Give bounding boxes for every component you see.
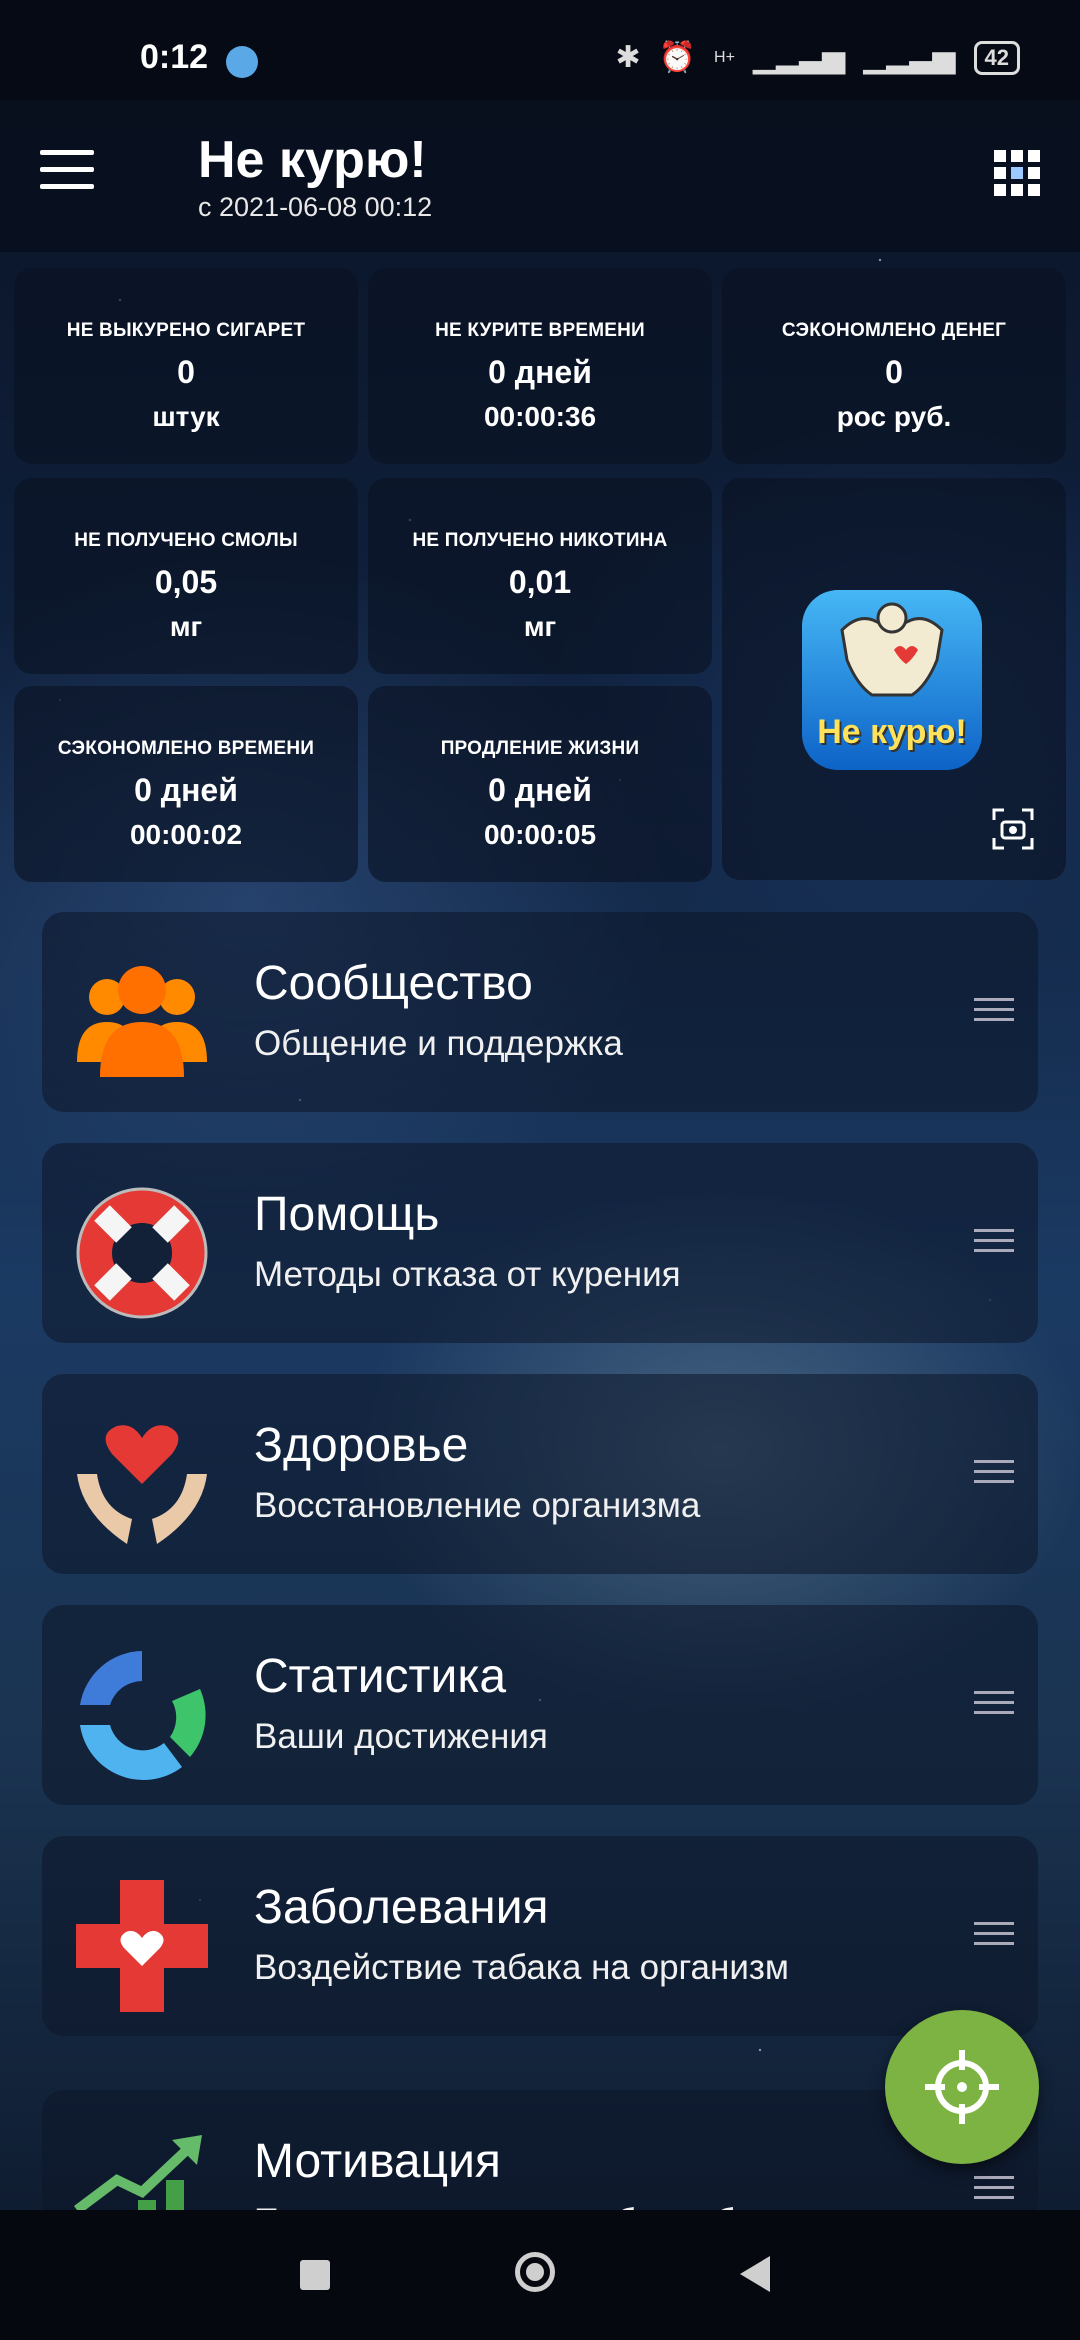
stat-label: СЭКОНОМЛЕНО ДЕНЕГ [781, 320, 1007, 341]
stat-value: 0,05 [154, 564, 218, 600]
stat-cigarettes[interactable]: НЕ ВЫКУРЕНО СИГАРЕТ 0 штук [14, 268, 358, 464]
card-subtitle: Преимущества жизни без табака [254, 2202, 789, 2210]
statistics-ring-icon [80, 1651, 206, 1780]
app-bar: Не курю! с 2021-06-08 00:12 [0, 100, 1080, 252]
drag-handle-icon[interactable] [974, 1460, 1014, 1490]
stat-value: 0 [177, 354, 195, 390]
status-bar: 0:12 ✱ ⏰ H+ ▁▂▃▅ ▁▂▃▅ 42 [0, 0, 1080, 100]
community-icon [77, 966, 207, 1077]
stat-unit: штук [152, 401, 220, 432]
logo-text: Не курю! [817, 713, 967, 751]
stat-value: 0 [885, 354, 903, 390]
stat-unit: мг [523, 611, 557, 642]
lifebuoy-icon [76, 1187, 208, 1319]
hamburger-menu-icon[interactable] [40, 150, 110, 204]
stat-life-extension[interactable]: ПРОДЛЕНИЕ ЖИЗНИ 0 дней 00:00:05 [368, 686, 712, 882]
network-type-label: H+ [714, 48, 735, 66]
stat-unit: 00:00:05 [483, 819, 597, 850]
card-subtitle: Методы отказа от курения [254, 1255, 681, 1294]
stat-label: НЕ ПОЛУЧЕНО НИКОТИНА [412, 530, 668, 551]
card-help[interactable]: Помощь Методы отказа от курения [42, 1143, 1038, 1343]
drag-handle-icon[interactable] [974, 1229, 1014, 1259]
card-statistics[interactable]: Статистика Ваши достижения [42, 1605, 1038, 1805]
stat-tar[interactable]: НЕ ПОЛУЧЕНО СМОЛЫ 0,05 мг [14, 478, 358, 674]
card-title: Мотивация [254, 2135, 501, 2188]
battery-icon: 42 [973, 40, 1020, 75]
stat-unit: 00:00:02 [129, 819, 243, 850]
signal-icon-2: ▁▂▃▅ [863, 41, 956, 74]
recents-button[interactable] [300, 2260, 330, 2290]
heart-hands-icon [77, 1425, 207, 1544]
page-subtitle: с 2021-06-08 00:12 [198, 192, 433, 222]
stat-value: 0 дней [134, 772, 238, 808]
alarm-icon: ⏰ [658, 41, 697, 74]
stat-unit: 00:00:36 [483, 401, 597, 432]
bluetooth-icon: ✱ [615, 41, 641, 74]
stat-value: 0 дней [488, 772, 592, 808]
target-fab-button[interactable] [885, 2010, 1039, 2164]
card-title: Статистика [254, 1650, 507, 1703]
card-health[interactable]: Здоровье Восстановление организма [42, 1374, 1038, 1574]
crosshair-icon [925, 2050, 999, 2124]
drag-handle-icon[interactable] [974, 1691, 1014, 1721]
grid-menu-icon[interactable] [994, 150, 1040, 196]
stat-value: 0 дней [488, 354, 592, 390]
stat-value: 0,01 [508, 564, 572, 600]
stat-label: НЕ ВЫКУРЕНО СИГАРЕТ [66, 320, 306, 341]
stat-money-saved[interactable]: СЭКОНОМЛЕНО ДЕНЕГ 0 рос руб. [722, 268, 1066, 464]
medical-cross-icon [76, 1880, 208, 2012]
card-subtitle: Воздействие табака на организм [254, 1948, 789, 1987]
card-title: Здоровье [254, 1419, 469, 1472]
growth-chart-icon [74, 2135, 202, 2210]
card-title: Заболевания [254, 1881, 549, 1934]
status-icons: ✱ ⏰ H+ ▁▂▃▅ ▁▂▃▅ 42 [616, 40, 1020, 75]
drag-handle-icon[interactable] [974, 998, 1014, 1028]
signal-icon: ▁▂▃▅ [752, 41, 846, 74]
stat-nicotine[interactable]: НЕ ПОЛУЧЕНО НИКОТИНА 0,01 мг [368, 478, 712, 674]
card-diseases[interactable]: Заболевания Воздействие табака на органи… [42, 1836, 1038, 2036]
card-title: Помощь [254, 1188, 440, 1241]
card-subtitle: Общение и поддержка [254, 1024, 623, 1063]
stat-label: НЕ КУРИТЕ ВРЕМЕНИ [435, 320, 645, 341]
drag-handle-icon[interactable] [974, 1922, 1014, 1952]
back-button[interactable] [740, 2256, 770, 2292]
stat-label: ПРОДЛЕНИЕ ЖИЗНИ [440, 738, 640, 759]
card-subtitle: Ваши достижения [254, 1717, 548, 1756]
card-subtitle: Восстановление организма [254, 1486, 701, 1525]
system-nav-bar [0, 2210, 1080, 2340]
stat-time-not-smoking[interactable]: НЕ КУРИТЕ ВРЕМЕНИ 0 дней 00:00:36 [368, 268, 712, 464]
home-button[interactable] [515, 2252, 555, 2292]
card-title: Сообщество [254, 957, 533, 1010]
stat-label: НЕ ПОЛУЧЕНО СМОЛЫ [74, 530, 298, 551]
stat-time-saved[interactable]: СЭКОНОМЛЕНО ВРЕМЕНИ 0 дней 00:00:02 [14, 686, 358, 882]
stat-unit: рос руб. [836, 401, 952, 432]
logo-tile: Не курю! [722, 478, 1066, 880]
drag-handle-icon[interactable] [974, 2176, 1014, 2206]
stat-label: СЭКОНОМЛЕНО ВРЕМЕНИ [57, 738, 315, 759]
app-logo: Не курю! [802, 590, 982, 770]
card-community[interactable]: Сообщество Общение и поддержка [42, 912, 1038, 1112]
status-time: 0:12 [140, 38, 209, 76]
page-title: Не курю! [198, 131, 427, 189]
camera-icon[interactable] [990, 806, 1036, 852]
stat-unit: мг [169, 611, 203, 642]
notification-icon [226, 46, 258, 78]
